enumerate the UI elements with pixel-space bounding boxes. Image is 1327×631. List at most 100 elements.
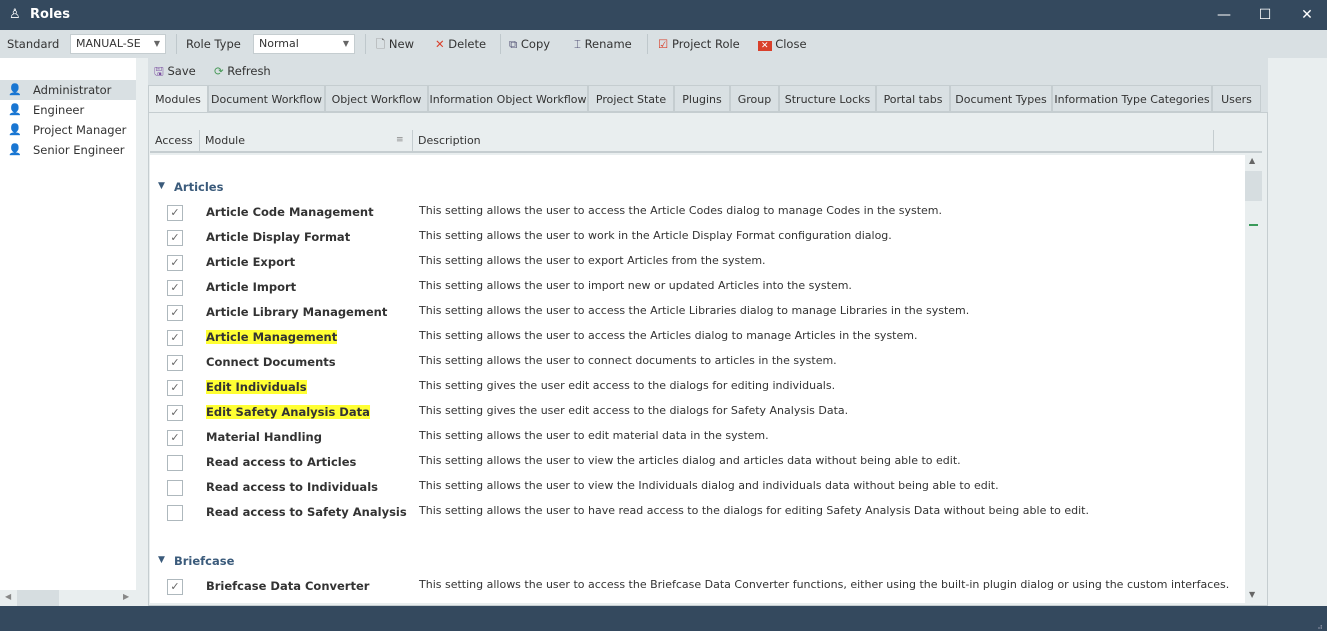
table-row[interactable]: ✓ Edit Individuals This setting gives the …	[150, 375, 1245, 400]
chevron-down-icon[interactable]: ▼	[158, 555, 165, 565]
tab-plugins[interactable]: Plugins	[674, 85, 730, 112]
divider	[365, 34, 366, 54]
module-description: This setting gives the user edit access …	[419, 379, 836, 392]
group-row[interactable]: ▼ Articles	[150, 175, 1245, 200]
column-divider[interactable]	[412, 130, 413, 151]
chevron-down-icon[interactable]: ▼	[158, 181, 165, 191]
rename-icon: ⌶	[574, 37, 581, 51]
scroll-thumb[interactable]	[1245, 171, 1262, 201]
access-checkbox[interactable]: ✓	[167, 430, 183, 446]
table-row[interactable]: ✓ Article Import This setting allows the u…	[150, 275, 1245, 300]
access-checkbox[interactable]: ✓	[167, 280, 183, 296]
tab-portal-tabs[interactable]: Portal tabs	[876, 85, 950, 112]
table-row[interactable]: ✓ Connect Documents This setting allows th…	[150, 350, 1245, 375]
chevron-down-icon: ▼	[153, 39, 160, 48]
scroll-thumb[interactable]	[17, 590, 59, 606]
table-row[interactable]: ✓ Article Display Format This setting allo…	[150, 225, 1245, 250]
column-access[interactable]: Access	[155, 128, 193, 153]
standard-select[interactable]: MANUAL-SE ▼	[70, 34, 166, 54]
module-description: This setting allows the user to work in …	[419, 229, 892, 242]
module-name: Edit Individuals	[206, 380, 307, 394]
table-row[interactable]: ✓ Article Management This setting allows t…	[150, 325, 1245, 350]
vertical-scrollbar[interactable]: ▲ ▼	[1245, 153, 1262, 603]
table-row[interactable]: ✓ Article Code Management This setting all…	[150, 200, 1245, 225]
tab-group[interactable]: Group	[730, 85, 779, 112]
role-label: Administrator	[33, 83, 112, 97]
table-row[interactable]: ✓ Article Library Management This setting …	[150, 300, 1245, 325]
table-row[interactable]: Read access to Safety Analysis This setti…	[150, 500, 1245, 525]
tab-users[interactable]: Users	[1212, 85, 1261, 112]
table-row[interactable]: ✓ Material Handling This setting allows th…	[150, 425, 1245, 450]
access-checkbox[interactable]: ✓	[167, 380, 183, 396]
module-name: Material Handling	[206, 430, 322, 444]
role-type-select[interactable]: Normal ▼	[253, 34, 355, 54]
user-icon: 👤	[8, 143, 22, 156]
table-row[interactable]: ✓ Article Export This setting allows the u…	[150, 250, 1245, 275]
module-name: Read access to Individuals	[206, 480, 378, 494]
table-row[interactable]: Read access to Articles This setting allo…	[150, 450, 1245, 475]
close-button[interactable]: ✕ Close	[758, 30, 807, 58]
module-name: Article Import	[206, 280, 297, 294]
save-label: Save	[167, 64, 196, 78]
access-checkbox[interactable]	[167, 480, 183, 496]
column-module[interactable]: Module	[205, 128, 245, 153]
module-name: Briefcase Data Converter	[206, 579, 370, 593]
delete-button[interactable]: ✕ Delete	[435, 30, 486, 58]
access-checkbox[interactable]: ✓	[167, 579, 183, 595]
tab-document-types[interactable]: Document Types	[950, 85, 1052, 112]
table-row[interactable]: Read access to Individuals This setting a…	[150, 475, 1245, 500]
new-button[interactable]: 🗋 New	[376, 30, 414, 58]
user-icon: 👤	[8, 103, 22, 116]
tab-object-workflow[interactable]: Object Workflow	[325, 85, 428, 112]
access-checkbox[interactable]	[167, 455, 183, 471]
new-document-icon: 🗋	[376, 37, 386, 51]
copy-button[interactable]: ⧉ Copy	[509, 30, 550, 58]
module-description: This setting allows the user to access t…	[419, 204, 942, 217]
tab-project-state[interactable]: Project State	[588, 85, 674, 112]
tab-information-object-workflow[interactable]: Information Object Workflow	[428, 85, 588, 112]
divider	[647, 34, 648, 54]
resize-grip-icon[interactable]: ⣠	[1317, 620, 1323, 629]
rename-button[interactable]: ⌶ Rename	[574, 30, 632, 58]
scroll-left-icon[interactable]: ◀	[5, 592, 11, 601]
tab-information-type-categories[interactable]: Information Type Categories	[1052, 85, 1212, 112]
access-checkbox[interactable]: ✓	[167, 405, 183, 421]
refresh-button[interactable]: ⟳ Refresh	[214, 58, 271, 85]
maximize-button[interactable]: ☐	[1255, 5, 1275, 25]
role-item[interactable]: 👤 Engineer	[0, 100, 136, 120]
access-checkbox[interactable]: ✓	[167, 355, 183, 371]
table-row[interactable]: ✓ Edit Safety Analysis Data This setting g…	[150, 400, 1245, 425]
close-icon: ✕	[758, 41, 772, 51]
column-description[interactable]: Description	[418, 128, 481, 153]
access-checkbox[interactable]: ✓	[167, 230, 183, 246]
access-checkbox[interactable]: ✓	[167, 330, 183, 346]
table-row[interactable]: ✓ Briefcase Data Converter This setting al…	[150, 574, 1245, 599]
module-description: This setting allows the user to edit mat…	[419, 429, 769, 442]
access-checkbox[interactable]: ✓	[167, 205, 183, 221]
access-checkbox[interactable]: ✓	[167, 255, 183, 271]
close-window-button[interactable]: ✕	[1297, 5, 1317, 25]
scroll-right-icon[interactable]: ▶	[123, 592, 129, 601]
tab-structure-locks[interactable]: Structure Locks	[779, 85, 876, 112]
group-row[interactable]: ▼ Briefcase	[150, 549, 1245, 574]
sort-icon[interactable]: ≡	[396, 128, 404, 153]
access-checkbox[interactable]	[167, 505, 183, 521]
access-checkbox[interactable]: ✓	[167, 305, 183, 321]
scroll-down-icon[interactable]: ▼	[1249, 590, 1255, 599]
horizontal-scrollbar[interactable]: ◀ ▶	[0, 590, 136, 606]
column-divider[interactable]	[199, 130, 200, 151]
tab-modules[interactable]: Modules	[148, 85, 208, 113]
window-title: Roles	[30, 7, 70, 22]
project-role-button[interactable]: ☑ Project Role	[658, 30, 740, 58]
role-item[interactable]: 👤 Senior Engineer	[0, 140, 136, 160]
save-button[interactable]: 🖫 Save	[154, 58, 196, 85]
tab-document-workflow[interactable]: Document Workflow	[208, 85, 325, 112]
scroll-up-icon[interactable]: ▲	[1249, 156, 1255, 165]
role-label: Engineer	[33, 103, 85, 117]
role-item[interactable]: 👤 Administrator	[0, 80, 136, 100]
module-description: This setting allows the user to view the…	[419, 479, 999, 492]
column-divider[interactable]	[1213, 130, 1214, 151]
splitter[interactable]	[136, 58, 148, 606]
minimize-button[interactable]: —	[1214, 5, 1234, 25]
role-item[interactable]: 👤 Project Manager	[0, 120, 136, 140]
